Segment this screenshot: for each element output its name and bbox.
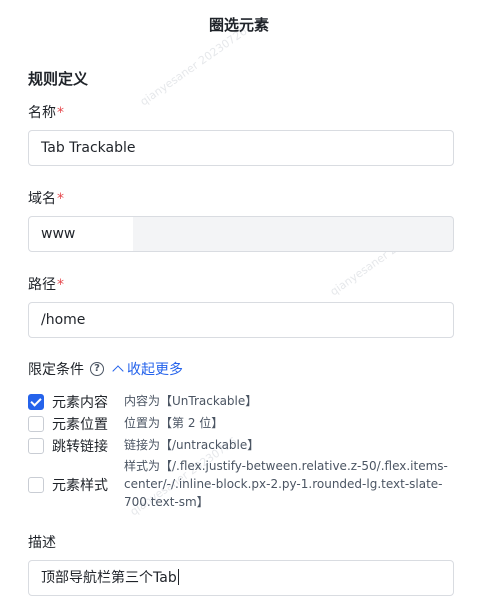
option-desc-line: center/-/.inline-block.px-2.py-1.rounded… xyxy=(124,477,443,491)
domain-label: 域名* xyxy=(28,191,64,207)
chevron-up-icon xyxy=(112,365,124,377)
option-label: 元素位置 xyxy=(52,417,108,433)
path-label: 路径* xyxy=(28,277,64,293)
checkbox[interactable] xyxy=(28,416,44,432)
domain-input xyxy=(133,216,454,252)
collapse-more-button[interactable]: 收起更多 xyxy=(112,359,183,379)
condition-option-link[interactable]: 跳转链接 xyxy=(28,436,116,456)
description-input[interactable]: 顶部导航栏第三个Tab xyxy=(28,560,454,596)
checkbox[interactable] xyxy=(28,477,44,493)
required-mark: * xyxy=(57,105,64,121)
description-label: 描述 xyxy=(28,535,56,551)
collapse-more-label: 收起更多 xyxy=(127,362,183,378)
option-label: 元素样式 xyxy=(52,478,108,494)
checkbox[interactable] xyxy=(28,438,44,454)
name-input[interactable]: Tab Trackable xyxy=(28,130,454,166)
conditions-label: 限定条件 xyxy=(28,362,84,378)
option-desc-line: 样式为【/.flex.justify-between.relative.z-50… xyxy=(124,459,448,473)
path-input[interactable]: /home xyxy=(28,302,454,338)
text-caret xyxy=(177,569,179,585)
required-mark: * xyxy=(57,277,64,293)
option-desc-line: 700.text-sm】 xyxy=(124,495,209,509)
condition-option-style[interactable]: 元素样式 xyxy=(28,475,116,495)
option-desc: 链接为【/untrackable】 xyxy=(124,438,260,452)
option-desc: 位置为【第 2 位】 xyxy=(124,416,224,430)
description-value: 顶部导航栏第三个Tab xyxy=(41,570,177,586)
question-circle-icon[interactable]: ? xyxy=(90,362,104,376)
watermark: qianyesaner 20230726 xyxy=(137,24,250,109)
option-label: 元素内容 xyxy=(52,395,108,411)
required-mark: * xyxy=(57,191,64,207)
condition-option-content[interactable]: 元素内容 xyxy=(28,392,116,412)
condition-option-position[interactable]: 元素位置 xyxy=(28,414,116,434)
checkbox-checked[interactable] xyxy=(28,394,44,410)
section-title: 规则定义 xyxy=(28,70,89,88)
conditions-header: 限定条件 ? 收起更多 xyxy=(28,358,183,380)
domain-prefix-select[interactable]: www xyxy=(28,216,134,252)
option-label: 跳转链接 xyxy=(52,439,108,455)
option-desc: 样式为【/.flex.justify-between.relative.z-50… xyxy=(124,457,448,511)
dialog-title: 圈选元素 xyxy=(208,16,269,34)
name-label: 名称* xyxy=(28,105,64,121)
option-desc: 内容为【UnTrackable】 xyxy=(124,394,258,408)
